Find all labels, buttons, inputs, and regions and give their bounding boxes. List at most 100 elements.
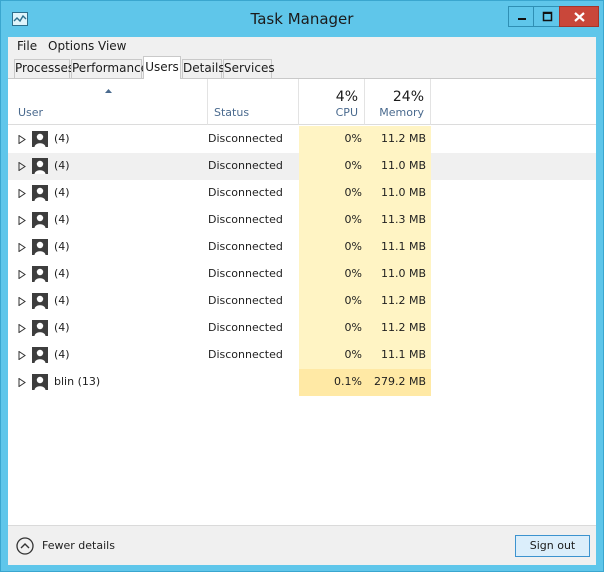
cpu-value: 0% xyxy=(344,132,362,145)
tab-users[interactable]: Users xyxy=(143,56,181,79)
table-row[interactable]: (4) Disconnected 0% 11.3 MB xyxy=(8,207,596,234)
maximize-button[interactable] xyxy=(533,6,560,27)
footer-bar: Fewer details Sign out xyxy=(8,525,596,565)
table-row[interactable]: (4) Disconnected 0% 11.2 MB xyxy=(8,315,596,342)
user-status: Disconnected xyxy=(208,267,283,280)
table-row[interactable]: (4) Disconnected 0% 11.2 MB xyxy=(8,126,596,153)
memory-value: 11.1 MB xyxy=(380,348,426,361)
sort-up-icon xyxy=(105,89,112,93)
tab-processes[interactable]: Processes xyxy=(14,59,74,78)
cpu-value: 0% xyxy=(344,159,362,172)
sign-out-button[interactable]: Sign out xyxy=(515,535,590,557)
status-column-label: Status xyxy=(214,106,250,119)
expand-chevron-icon[interactable] xyxy=(18,297,26,306)
memory-value: 11.2 MB xyxy=(380,294,426,307)
cpu-value: 0% xyxy=(344,240,362,253)
table-row[interactable]: (4) Disconnected 0% 11.1 MB xyxy=(8,342,596,369)
expand-chevron-icon[interactable] xyxy=(18,135,26,144)
user-avatar-icon xyxy=(32,131,48,147)
user-name: (4) xyxy=(54,240,70,253)
memory-value: 11.2 MB xyxy=(380,321,426,334)
menu-view[interactable]: View xyxy=(98,39,126,53)
cpu-total-percent: 4% xyxy=(335,89,358,105)
memory-value: 11.0 MB xyxy=(380,186,426,199)
close-button[interactable] xyxy=(559,6,599,27)
user-status: Disconnected xyxy=(208,294,283,307)
user-column-label: User xyxy=(18,106,44,119)
client-area: File Options View Processes Performance … xyxy=(8,37,596,565)
user-avatar-icon xyxy=(32,266,48,282)
minimize-icon xyxy=(518,18,526,20)
column-header-user[interactable]: User xyxy=(8,79,208,125)
cpu-value: 0% xyxy=(344,186,362,199)
cpu-value: 0% xyxy=(344,321,362,334)
cpu-value: 0.1% xyxy=(334,375,362,388)
memory-value: 279.2 MB xyxy=(373,375,426,388)
tab-services[interactable]: Services xyxy=(223,59,275,78)
user-name: (4) xyxy=(54,321,70,334)
tab-strip: Processes Performance Users Details Serv… xyxy=(8,55,596,79)
cpu-value: 0% xyxy=(344,348,362,361)
table-row[interactable]: (4) Disconnected 0% 11.0 MB xyxy=(8,180,596,207)
user-name: (4) xyxy=(54,348,70,361)
close-icon xyxy=(574,12,585,22)
memory-value: 11.3 MB xyxy=(380,213,426,226)
memory-value: 11.2 MB xyxy=(380,132,426,145)
users-table: User Status 4% CPU 24% Memory (4) Disconn… xyxy=(8,79,596,525)
memory-value: 11.0 MB xyxy=(380,267,426,280)
memory-value: 11.1 MB xyxy=(380,240,426,253)
user-name: (4) xyxy=(54,213,70,226)
user-status: Disconnected xyxy=(208,132,283,145)
table-row[interactable]: (4) Disconnected 0% 11.0 MB xyxy=(8,153,596,180)
expand-chevron-icon[interactable] xyxy=(18,324,26,333)
column-header-status[interactable]: Status xyxy=(208,79,299,125)
user-status: Disconnected xyxy=(208,348,283,361)
expand-chevron-icon[interactable] xyxy=(18,351,26,360)
user-status: Disconnected xyxy=(208,159,283,172)
user-name: (4) xyxy=(54,294,70,307)
tab-details[interactable]: Details xyxy=(182,59,225,78)
table-row[interactable]: (4) Disconnected 0% 11.1 MB xyxy=(8,234,596,261)
cpu-value: 0% xyxy=(344,213,362,226)
table-row[interactable]: blin (13) 0.1% 279.2 MB xyxy=(8,369,596,396)
user-avatar-icon xyxy=(32,293,48,309)
user-name: (4) xyxy=(54,186,70,199)
table-row[interactable]: (4) Disconnected 0% 11.2 MB xyxy=(8,288,596,315)
fewer-details-chevron-icon[interactable] xyxy=(16,537,34,555)
user-avatar-icon xyxy=(32,320,48,336)
user-name: (4) xyxy=(54,159,70,172)
expand-chevron-icon[interactable] xyxy=(18,243,26,252)
memory-total-percent: 24% xyxy=(392,89,424,105)
user-name: (4) xyxy=(54,267,70,280)
memory-value: 11.0 MB xyxy=(380,159,426,172)
user-avatar-icon xyxy=(32,374,48,390)
user-avatar-icon xyxy=(32,185,48,201)
tab-performance[interactable]: Performance xyxy=(71,59,148,78)
expand-chevron-icon[interactable] xyxy=(18,378,26,387)
menu-options[interactable]: Options xyxy=(48,39,94,53)
expand-chevron-icon[interactable] xyxy=(18,216,26,225)
minimize-button[interactable] xyxy=(508,6,534,27)
column-header-cpu[interactable]: 4% CPU xyxy=(299,79,365,125)
user-status: Disconnected xyxy=(208,186,283,199)
fewer-details-link[interactable]: Fewer details xyxy=(42,539,115,552)
user-avatar-icon xyxy=(32,347,48,363)
user-name: (4) xyxy=(54,132,70,145)
expand-chevron-icon[interactable] xyxy=(18,162,26,171)
menu-file[interactable]: File xyxy=(17,39,37,53)
cpu-value: 0% xyxy=(344,267,362,280)
user-status: Disconnected xyxy=(208,213,283,226)
title-bar[interactable]: Task Manager xyxy=(1,1,603,37)
task-manager-window: Task Manager File Options View Processes… xyxy=(0,0,604,572)
user-avatar-icon xyxy=(32,212,48,228)
table-row[interactable]: (4) Disconnected 0% 11.0 MB xyxy=(8,261,596,288)
maximize-icon xyxy=(542,11,553,22)
user-status: Disconnected xyxy=(208,321,283,334)
user-avatar-icon xyxy=(32,239,48,255)
expand-chevron-icon[interactable] xyxy=(18,270,26,279)
memory-column-label: Memory xyxy=(379,106,424,119)
column-header-memory[interactable]: 24% Memory xyxy=(365,79,431,125)
user-status: Disconnected xyxy=(208,240,283,253)
user-avatar-icon xyxy=(32,158,48,174)
expand-chevron-icon[interactable] xyxy=(18,189,26,198)
